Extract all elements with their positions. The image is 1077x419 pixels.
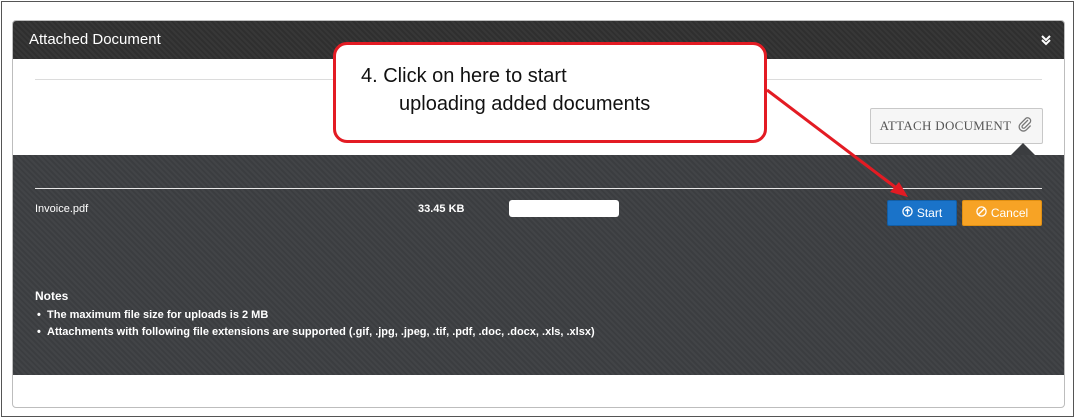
notes-title: Notes (35, 289, 69, 303)
notes-item: Attachments with following file extensio… (35, 324, 595, 341)
start-upload-button[interactable]: Start (887, 200, 957, 226)
attach-document-label: ATTACH DOCUMENT (879, 118, 1012, 133)
ban-icon (976, 206, 987, 220)
attach-document-button[interactable]: ATTACH DOCUMENT (870, 108, 1043, 144)
double-chevron-down-icon[interactable] (1040, 33, 1052, 51)
upload-area: Invoice.pdf 33.45 KB Start Cancel Notes … (13, 155, 1064, 375)
file-name: Invoice.pdf (35, 203, 89, 215)
file-size: 33.45 KB (418, 203, 465, 215)
upload-progress-bar (509, 200, 619, 217)
start-label: Start (916, 206, 943, 220)
divider (35, 188, 1042, 189)
panel-pointer (1011, 143, 1035, 155)
cancel-label: Cancel (990, 206, 1029, 220)
notes-item: The maximum file size for uploads is 2 M… (35, 307, 595, 324)
panel-title: Attached Document (29, 31, 161, 48)
upload-circle-icon (902, 206, 913, 220)
callout-line-2: uploading added documents (399, 93, 651, 115)
cancel-upload-button[interactable]: Cancel (962, 200, 1042, 226)
notes-list: The maximum file size for uploads is 2 M… (35, 307, 595, 341)
instruction-callout: 4. Click on here to start uploading adde… (333, 42, 767, 143)
callout-line-1: 4. Click on here to start (361, 65, 567, 87)
paperclip-icon (1017, 116, 1033, 136)
